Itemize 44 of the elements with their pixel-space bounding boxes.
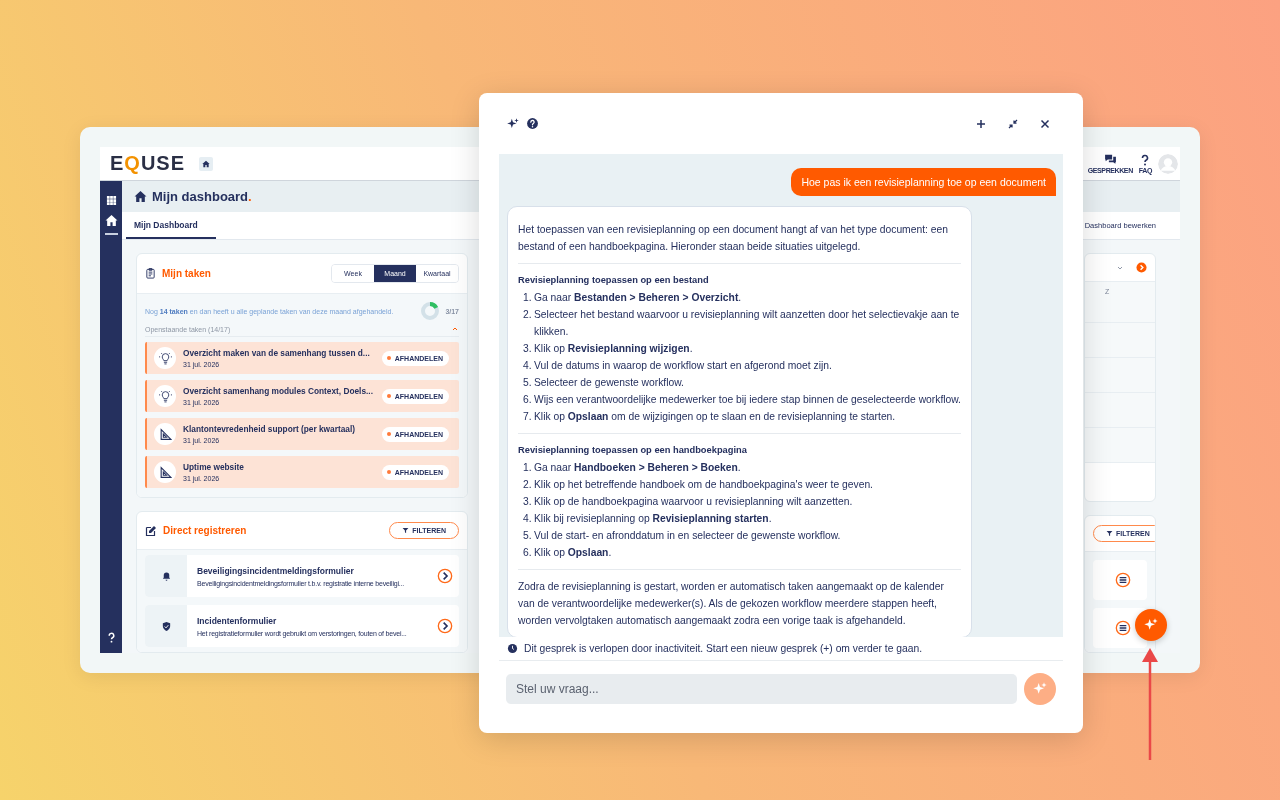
step-number: 6. <box>523 393 533 407</box>
step-text: Vul de datums in waarop de workflow start en afgerond moet zijn. <box>534 359 832 373</box>
form-title: Incidentenformulier <box>197 615 278 626</box>
form-title: Beveiligingsincidentmeldingsformulier <box>197 565 355 576</box>
tab[interactable]: Mijn Dashboard <box>126 212 216 239</box>
step-text: Selecteer de gewenste workflow. <box>534 376 684 390</box>
user-message: Hoe pas ik een revisieplanning toe op een document <box>791 168 1056 196</box>
section-heading: Revisieplanning toepassen op een bestand <box>518 274 710 287</box>
card-title: Direct registreren <box>163 525 247 536</box>
card-title: Mijn taken <box>162 268 211 279</box>
answer-paragraph: Het toepassen van een revisieplanning op een document hangt af van het type document: een bestand of een handboekpagina. Hieronder staan beide situaties uitgelegd. <box>518 223 949 254</box>
step-number: 2. <box>523 478 533 492</box>
step-number: 3. <box>523 342 533 356</box>
step-text: Wijs een verantwoordelijke medewerker toe bij iedere stap binnen de geselecteerde workflow. <box>534 393 961 407</box>
page-title: Mijn dashboard. <box>152 189 252 204</box>
step-text: Klik bij revisieplanning op Revisieplanning starten. <box>534 512 772 526</box>
step-number: 5. <box>523 376 533 390</box>
question-field[interactable]: Stel uw vraag... <box>506 674 1017 704</box>
step-number: 2. <box>523 308 533 322</box>
step-number: 5. <box>523 529 533 543</box>
logo: EQUSE <box>110 152 186 175</box>
task-title: Overzicht samenhang modules Context, Doels... <box>183 386 374 396</box>
step-text: Klik op de handboekpagina waarvoor u revisieplanning wilt aanzetten. <box>534 495 853 509</box>
expired-notice: Dit gesprek is verlopen door inactiviteit. Start een nieuw gesprek (+) om verder te gaan. <box>524 643 923 654</box>
step-number: 7. <box>523 410 533 424</box>
step-text: Klik op Opslaan om de wijzigingen op te slaan en de revisieplanning te starten. <box>534 410 896 424</box>
step-text: Ga naar Bestanden > Beheren > Overzicht. <box>534 291 742 305</box>
step-number: 3. <box>523 495 533 509</box>
step-text: Klik op Revisieplanning wijzigen. <box>534 342 693 356</box>
step-number: 4. <box>523 359 533 373</box>
task-title: Overzicht maken van de samenhang tussen d... <box>183 348 371 358</box>
step-number: 6. <box>523 546 533 560</box>
task-title: Klantontevredenheid support (per kwartaal) <box>183 424 356 434</box>
step-text: Vul de start- en afronddatum in en selecteer de gewenste workflow. <box>534 529 841 543</box>
step-number: 4. <box>523 512 533 526</box>
step-text: Klik op het betreffende handboek om de handboekpagina's weer te geven. <box>534 478 873 492</box>
task-title: Uptime website <box>183 462 245 472</box>
section-heading: Revisieplanning toepassen op een handboekpagina <box>518 444 748 457</box>
step-text: Selecteer het bestand waarvoor u revisieplanning wilt aanzetten door het selectievakje aan te klikken. <box>534 308 961 339</box>
step-number: 1. <box>523 291 533 305</box>
step-text: Ga naar Handboeken > Beheren > Boeken. <box>534 461 741 475</box>
answer-paragraph: Zodra de revisieplanning is gestart, worden er automatisch taken aangemaakt op de kalender van de verantwoordelijke medewerker(s). Als de gekozen workflow meerdere stappen heeft, worden vervolgtaken automatisch aangemaakt zodra een vorige taak is afgehandeld. <box>518 580 945 628</box>
step-number: 1. <box>523 461 533 475</box>
step-text: Klik op Opslaan. <box>534 546 612 560</box>
